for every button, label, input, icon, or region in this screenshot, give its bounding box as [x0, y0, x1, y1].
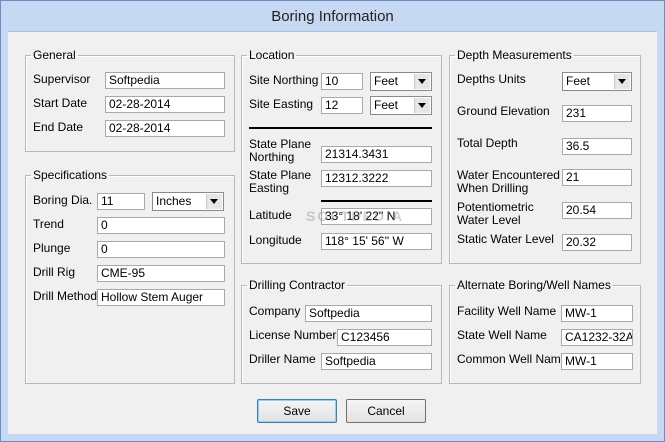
common-well-name-field[interactable]: MW-1: [561, 353, 633, 370]
boring-dia-field[interactable]: 11: [97, 193, 145, 210]
trend-label: Trend: [33, 217, 64, 231]
driller-name-field[interactable]: Softpedia: [321, 353, 432, 370]
window-frame-left: [1, 31, 8, 435]
boring-dia-label: Boring Dia.: [33, 193, 93, 207]
depths-units-select[interactable]: Feet: [562, 72, 632, 91]
specifications-legend: Specifications: [33, 168, 108, 182]
window-title: Boring Information: [271, 8, 394, 25]
location-divider-2: [321, 200, 432, 202]
boring-dia-unit-select[interactable]: Inches: [152, 192, 224, 211]
supervisor-field[interactable]: Softpedia: [105, 72, 225, 89]
title-bar[interactable]: Boring Information: [1, 1, 664, 32]
drill-method-label: Drill Method: [33, 289, 98, 303]
drill-method-field[interactable]: Hollow Stem Auger: [97, 289, 225, 306]
state-plane-northing-label: State Plane Northing: [249, 138, 311, 164]
ground-elevation-label: Ground Elevation: [457, 104, 550, 118]
depth-measurements-legend: Depth Measurements: [457, 48, 572, 62]
driller-name-label: Driller Name: [249, 352, 316, 366]
state-plane-easting-label-line2: Easting: [249, 181, 290, 195]
state-well-name-field[interactable]: CA1232-32A: [561, 329, 633, 346]
drill-rig-field[interactable]: CME-95: [97, 265, 225, 282]
state-plane-easting-field[interactable]: 12312.3222: [321, 170, 432, 187]
total-depth-label: Total Depth: [457, 136, 518, 150]
depths-units-label: Depths Units: [457, 72, 526, 86]
water-encountered-label-line2: When Drilling: [457, 181, 529, 195]
water-encountered-label: Water Encountered When Drilling: [457, 169, 560, 195]
start-date-field[interactable]: 02-28-2014: [105, 96, 225, 113]
general-legend: General: [33, 48, 76, 62]
potentiometric-label-line1: Potentiometric: [457, 200, 534, 214]
chevron-down-icon[interactable]: [614, 74, 630, 89]
drilling-contractor-legend: Drilling Contractor: [249, 278, 346, 292]
boring-dia-unit-value: Inches: [156, 194, 192, 208]
state-plane-easting-label: State Plane Easting: [249, 169, 311, 195]
common-well-name-label: Common Well Name: [457, 352, 568, 366]
site-northing-unit-value: Feet: [374, 74, 399, 88]
license-number-field[interactable]: C123456: [337, 329, 432, 346]
chevron-down-icon[interactable]: [414, 74, 430, 89]
start-date-label: Start Date: [33, 96, 88, 110]
site-northing-label: Site Northing: [249, 73, 319, 87]
potentiometric-label: Potentiometric Water Level: [457, 201, 534, 227]
plunge-field[interactable]: 0: [97, 241, 225, 258]
drill-rig-label: Drill Rig: [33, 265, 75, 279]
company-field[interactable]: Softpedia: [305, 305, 432, 322]
trend-field[interactable]: 0: [97, 217, 225, 234]
state-plane-northing-label-line2: Northing: [249, 150, 295, 164]
facility-well-name-label: Facility Well Name: [457, 304, 557, 318]
site-easting-field[interactable]: 12: [321, 97, 363, 114]
alternate-names-legend: Alternate Boring/Well Names: [457, 278, 611, 292]
location-divider: [249, 127, 432, 129]
static-water-field[interactable]: 20.32: [562, 234, 632, 251]
state-plane-northing-field[interactable]: 21314.3431: [321, 146, 432, 163]
depths-units-value: Feet: [566, 74, 591, 88]
state-well-name-label: State Well Name: [457, 328, 547, 342]
water-encountered-label-line1: Water Encountered: [457, 168, 560, 182]
cancel-button[interactable]: Cancel: [346, 399, 426, 423]
chevron-down-icon[interactable]: [206, 194, 222, 209]
plunge-label: Plunge: [33, 241, 71, 255]
water-encountered-field[interactable]: 21: [562, 169, 632, 186]
end-date-label: End Date: [33, 120, 84, 134]
static-water-label: Static Water Level: [457, 232, 554, 246]
site-easting-unit-select[interactable]: Feet: [370, 96, 432, 115]
supervisor-label: Supervisor: [33, 72, 91, 86]
ground-elevation-field[interactable]: 231: [562, 105, 632, 122]
latitude-label: Latitude: [249, 208, 292, 222]
potentiometric-label-line2: Water Level: [457, 213, 521, 227]
potentiometric-field[interactable]: 20.54: [562, 202, 632, 219]
site-easting-unit-value: Feet: [374, 98, 399, 112]
site-northing-unit-select[interactable]: Feet: [370, 72, 432, 91]
longitude-label: Longitude: [249, 233, 302, 247]
site-easting-label: Site Easting: [249, 97, 314, 111]
total-depth-field[interactable]: 36.5: [562, 138, 632, 155]
softpedia-watermark: SOFTPEDIA: [306, 208, 405, 224]
chevron-down-icon[interactable]: [414, 98, 430, 113]
save-button[interactable]: Save: [257, 399, 337, 423]
facility-well-name-field[interactable]: MW-1: [561, 305, 633, 322]
window-frame-bottom: [1, 434, 664, 441]
window-frame-right: [657, 31, 664, 435]
site-northing-field[interactable]: 10: [321, 73, 363, 90]
state-plane-northing-label-line1: State Plane: [249, 137, 312, 151]
location-legend: Location: [249, 48, 295, 62]
company-label: Company: [249, 304, 301, 318]
longitude-field[interactable]: 118° 15' 56'' W: [321, 233, 432, 250]
state-plane-easting-label-line1: State Plane: [249, 168, 312, 182]
license-number-label: License Number: [249, 328, 337, 342]
boring-information-dialog: Boring Information General Supervisor So…: [0, 0, 665, 442]
end-date-field[interactable]: 02-28-2014: [105, 120, 225, 137]
